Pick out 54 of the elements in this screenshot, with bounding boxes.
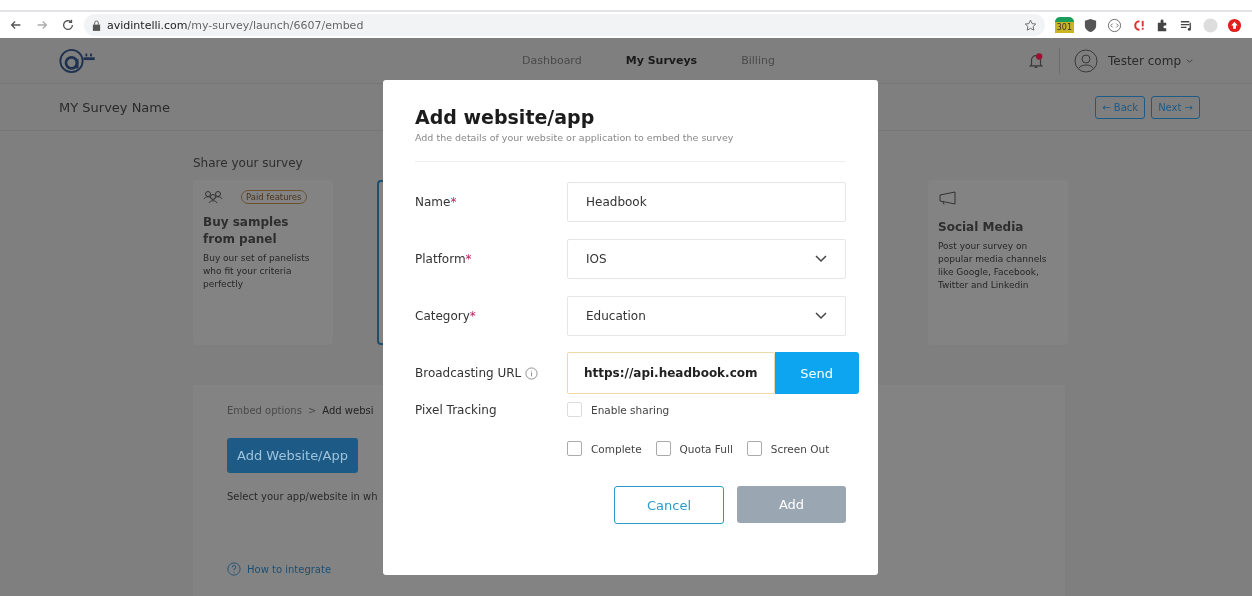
extension-badge[interactable]: 301 [1054,17,1074,33]
card-title: Social Media [938,219,1025,236]
url-field[interactable]: https://api.headbook.com [567,352,775,394]
survey-name: MY Survey Name [59,99,170,115]
cancel-button[interactable]: Cancel [614,486,724,524]
field-label: Category [415,309,470,323]
back-icon[interactable] [9,18,23,32]
required-marker: * [469,309,476,323]
add-website-button[interactable]: Add Website/App [227,438,358,473]
add-button[interactable]: Add [737,486,846,523]
required-marker: * [465,252,472,266]
address-bar[interactable]: avidintelli.com/my-survey/launch/6607/embed [84,14,1045,36]
checkbox[interactable]: Quota Full [655,441,733,456]
option-card[interactable]: Paid features Buy samples from panel Buy our set of panelists who fit your criteria perfectly [193,180,333,345]
dialog-subtitle: Add the details of your website or application to embed the survey [415,132,735,143]
option-card[interactable]: Social Media Post your survey on popular media channels like Google, Facebook, Twitter and Linkedin [928,180,1068,345]
notification-bell-icon[interactable] [1027,51,1045,70]
card-title: Buy samples from panel [203,214,290,248]
code-circle-icon[interactable] [1107,17,1122,33]
field-label: Name [415,195,451,209]
required-marker: * [450,195,457,209]
field-label: Pixel Tracking [415,402,498,417]
select-field[interactable]: IOS [567,239,846,279]
select-field[interactable]: Education [567,296,846,336]
checkbox[interactable]: Complete [567,441,642,456]
update-icon[interactable] [1227,17,1242,33]
chevron-down-icon[interactable] [815,312,827,320]
card-description: Post your survey on popular media channels like Google, Facebook, Twitter and Linkedin [938,240,1048,292]
reload-icon[interactable] [61,18,75,32]
lock-icon [92,19,101,31]
megaphone-icon [938,191,958,205]
user-menu[interactable]: Tester comp [1108,53,1181,68]
nav-tab[interactable]: My Surveys [625,54,698,67]
field-label: Broadcasting URL [415,366,522,380]
dialog-title: Add website/app [415,106,596,128]
breadcrumb-current: Add websi [322,405,374,416]
section-title: Share your survey [193,156,304,170]
forward-icon[interactable] [35,18,49,32]
chevron-down-icon[interactable] [815,255,827,263]
people-icon [203,190,223,204]
breadcrumb-separator: > [307,405,317,416]
logo-icon[interactable] [58,47,98,74]
help-link[interactable]: How to integrate [247,563,332,575]
checkbox[interactable]: Screen Out [746,441,830,456]
field-label: Platform [415,252,466,266]
card-description: Buy our set of panelists who fit your criteria perfectly [203,252,311,291]
name-field[interactable]: Headbook [567,182,846,222]
shield-icon[interactable] [1083,17,1098,33]
checkbox[interactable]: Enable sharing [567,402,670,417]
send-button[interactable]: Send [774,352,859,394]
extension-c-icon[interactable] [1131,17,1146,33]
star-icon[interactable] [1023,18,1037,32]
instruction-text: Select your app/website in wh [227,491,379,502]
user-avatar-icon[interactable] [1074,48,1098,73]
